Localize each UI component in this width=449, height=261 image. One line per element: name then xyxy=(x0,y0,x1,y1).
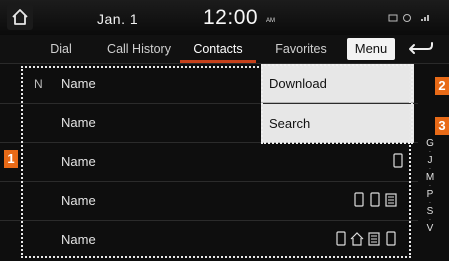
mobile-icon xyxy=(354,192,364,207)
bluetooth-icon xyxy=(403,14,411,22)
status-icons xyxy=(388,14,429,22)
mobile-icon xyxy=(393,153,403,168)
mobile-icon xyxy=(386,231,396,246)
status-bar: Jan. 1 12:00 AM xyxy=(0,0,449,35)
contact-name: Name xyxy=(61,232,96,247)
home-icon[interactable] xyxy=(7,4,33,30)
contact-row[interactable]: Name xyxy=(0,181,418,221)
back-icon[interactable] xyxy=(404,39,438,59)
contact-name: Name xyxy=(61,76,96,91)
office-icon xyxy=(368,232,380,246)
alphabet-index[interactable]: G · J · M · P · S · V xyxy=(419,138,441,261)
contact-row[interactable]: Name xyxy=(0,220,418,259)
tab-call-history[interactable]: Call History xyxy=(100,35,178,63)
callout-marker-3: 3 xyxy=(435,117,449,135)
phone-signal-icon xyxy=(421,15,429,21)
contact-name: Name xyxy=(61,193,96,208)
date-label: Jan. 1 xyxy=(97,11,139,27)
tab-contacts[interactable]: Contacts xyxy=(182,35,254,63)
clock-time: 12:00 xyxy=(203,6,259,29)
home-number-icon xyxy=(350,232,364,246)
section-letter: N xyxy=(34,77,43,91)
menu-item-download[interactable]: Download xyxy=(261,64,414,103)
active-tab-indicator xyxy=(180,60,256,63)
callout-marker-1: 1 xyxy=(4,150,18,168)
tab-favorites[interactable]: Favorites xyxy=(268,35,334,63)
menu-button[interactable]: Menu xyxy=(347,38,395,60)
tab-dial[interactable]: Dial xyxy=(42,35,80,63)
sd-card-icon xyxy=(388,14,398,22)
clock-ampm: AM xyxy=(266,18,275,24)
contact-number-icons xyxy=(354,192,397,207)
callout-marker-2: 2 xyxy=(435,77,449,95)
tab-bar: Dial Call History Contacts Favorites Men… xyxy=(0,35,449,64)
mobile-icon xyxy=(336,231,346,246)
contact-number-icons xyxy=(393,153,403,168)
menu-item-search[interactable]: Search xyxy=(261,104,414,143)
index-letter[interactable]: V xyxy=(419,223,441,234)
contact-number-icons xyxy=(336,231,396,246)
menu-dropdown: Download Search xyxy=(261,64,414,146)
contact-row[interactable]: Name xyxy=(0,142,418,182)
contact-name: Name xyxy=(61,115,96,130)
mobile-icon xyxy=(370,192,380,207)
office-icon xyxy=(385,193,397,207)
contact-name: Name xyxy=(61,154,96,169)
